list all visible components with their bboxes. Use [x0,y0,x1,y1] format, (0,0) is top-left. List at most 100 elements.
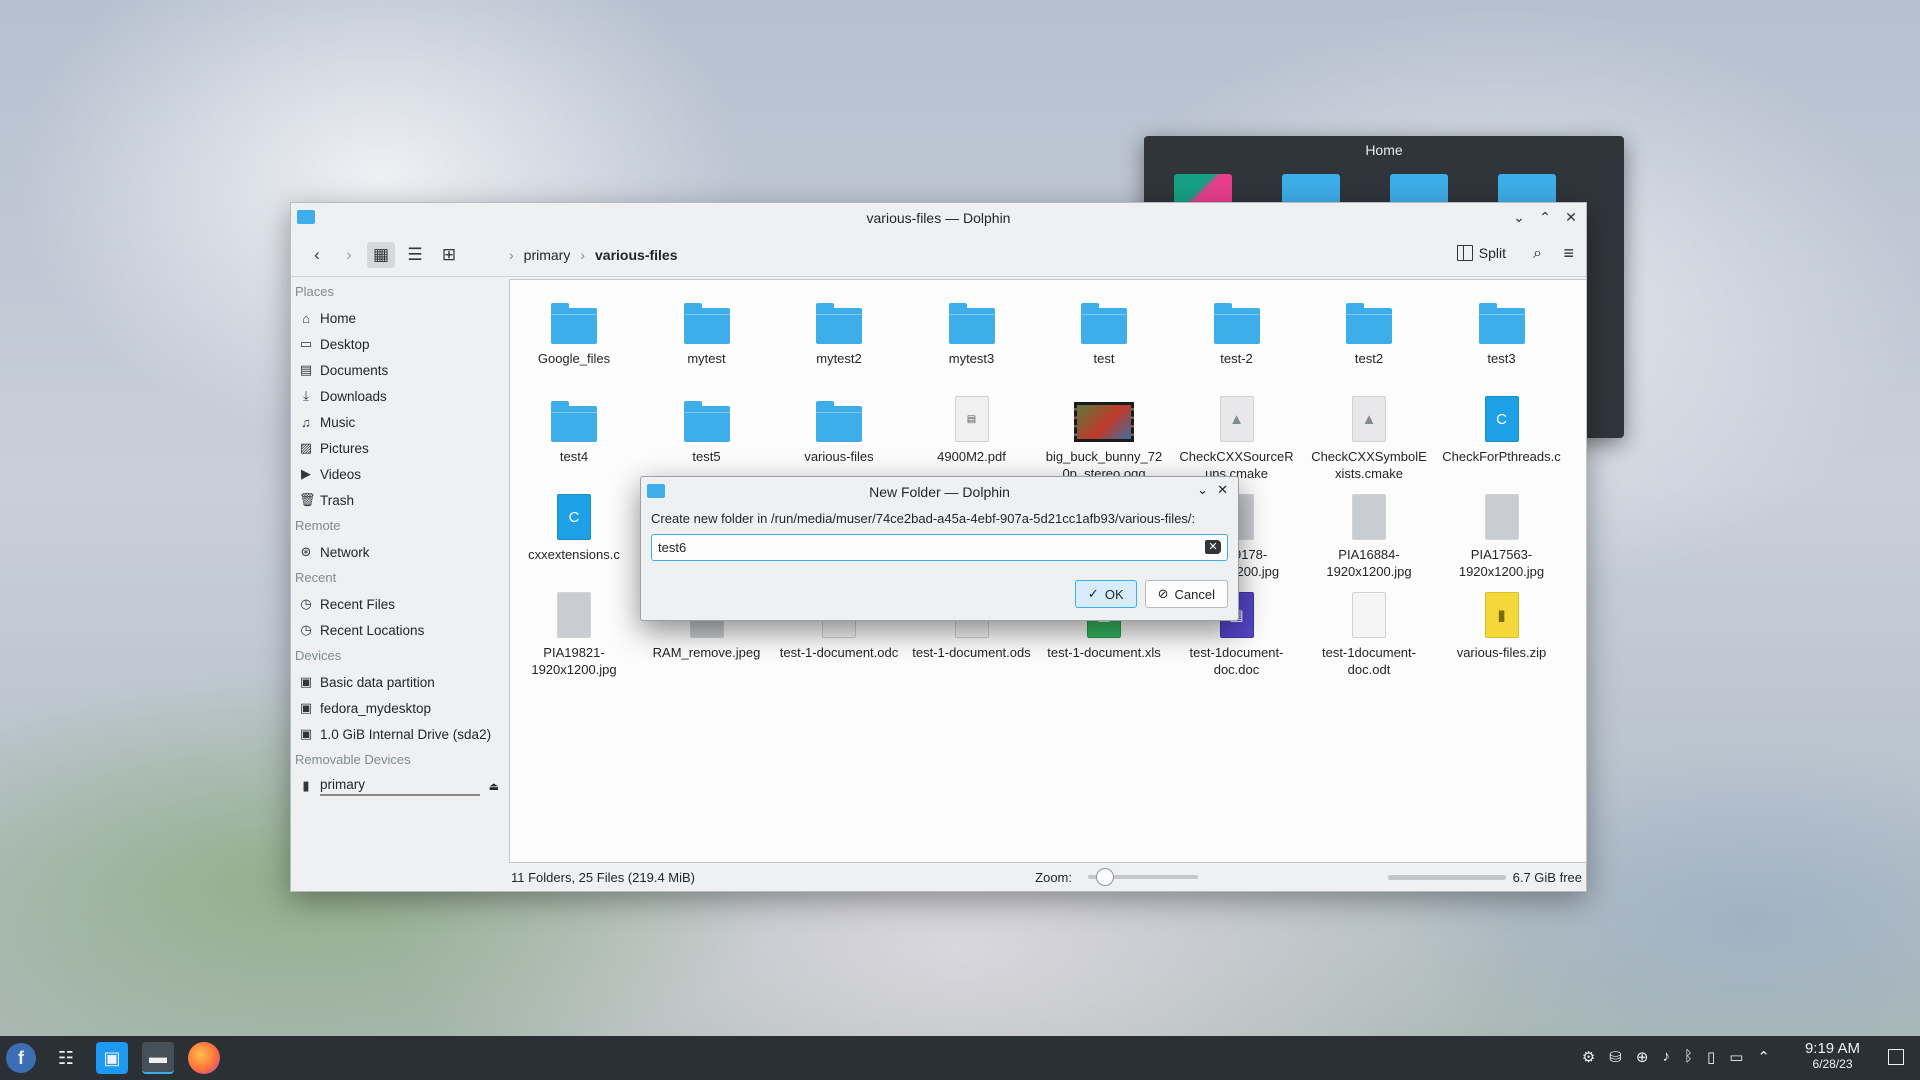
dialog-minimize-button[interactable]: ⌄ [1197,482,1208,498]
sidebar-item-home[interactable]: ⌂ Home [291,305,507,331]
zoom-slider-handle[interactable] [1096,868,1114,886]
firefox-button[interactable] [188,1042,220,1074]
system-settings-button[interactable]: ☷ [50,1042,82,1074]
file-item[interactable]: various-files [779,388,899,465]
updates-icon[interactable]: ⊕ [1636,1048,1649,1066]
file-item[interactable]: test5 [647,388,767,465]
sidebar-item-primary[interactable]: ▮ primary ⏏ [291,773,507,799]
file-item[interactable]: ▤ 4900M2.pdf [912,388,1032,465]
file-item[interactable]: big_buck_bunny_720p_stereo.ogg [1044,388,1164,482]
forward-arrow-icon: › [346,245,352,264]
ok-button[interactable]: ✓ OK [1074,580,1137,608]
clock[interactable]: 9:19 AM 6/28/23 [1805,1040,1860,1071]
chevron-right-icon: › [509,247,514,263]
folder-name-input[interactable] [652,535,1170,560]
sidebar-item-fedora-mydesktop[interactable]: ▣ fedora_mydesktop [291,695,507,721]
file-name: PIA19821-1920x1200.jpg [531,645,617,677]
folder-icon [551,401,597,442]
file-item[interactable]: mytest2 [779,290,899,367]
battery-icon[interactable]: ▯ [1707,1048,1715,1066]
sidebar-item-label: Home [320,310,357,326]
hamburger-menu-icon: ≡ [1563,243,1574,263]
folder-icon [551,303,597,344]
sidebar-item-music[interactable]: ♫ Music [291,409,507,435]
sidebar-item-label: Documents [320,362,389,378]
eject-icon[interactable]: ⏏ [489,780,499,793]
file-item[interactable]: test3 [1442,290,1562,367]
clear-text-button[interactable]: ✕ [1205,540,1221,554]
file-item[interactable]: test-2 [1177,290,1297,367]
details-view-button[interactable]: ⊞ [435,242,463,268]
forward-button[interactable]: › [335,242,363,268]
plasma-browser-icon[interactable]: ⚙ [1582,1048,1595,1066]
folder-name-field[interactable]: ✕ [651,534,1228,561]
sidebar-item-1-0-gib-internal-drive-sda2[interactable]: ▣ 1.0 GiB Internal Drive (sda2) [291,721,507,747]
show-desktop-button[interactable] [1888,1049,1904,1065]
file-name: mytest [687,351,726,366]
sidebar-item-recent-files[interactable]: ◷ Recent Files [291,591,507,617]
file-item[interactable]: test-1document-doc.odt [1309,584,1429,678]
minimize-button[interactable]: ⌄ [1510,208,1528,226]
file-item[interactable]: C CheckForPthreads.c [1442,388,1562,465]
window-titlebar[interactable]: various-files — Dolphin ⌄ ⌃ ✕ [291,203,1586,233]
file-icon-wrap: C [514,486,634,540]
sidebar-item-trash[interactable]: 🗑 Trash [291,487,507,513]
file-name: CheckCXXSymbolExists.cmake [1311,449,1427,481]
sidebar-item-label: Pictures [320,440,369,456]
drive-icon: ▣ [299,726,313,741]
sidebar-item-documents[interactable]: ▤ Documents [291,357,507,383]
file-name: PIA17563-1920x1200.jpg [1458,547,1545,579]
recent-locations-icon: ◷ [300,622,312,637]
file-item[interactable]: test2 [1309,290,1429,367]
file-item[interactable]: PIA16884-1920x1200.jpg [1309,486,1429,580]
breadcrumb-item-current[interactable]: various-files [595,247,677,263]
file-item[interactable]: test4 [514,388,634,465]
file-item[interactable]: ▲ CheckCXXSymbolExists.cmake [1309,388,1429,482]
compact-view-icon: ☰ [407,245,423,264]
bluetooth-icon[interactable]: ᛒ [1684,1048,1693,1066]
dialog-titlebar[interactable]: New Folder — Dolphin ⌄ ✕ [641,477,1238,505]
sidebar-item-label: Desktop [320,336,370,352]
zoom-slider[interactable] [1088,868,1198,886]
icons-view-button[interactable]: ▦ [367,242,395,268]
folder-icon [816,303,862,344]
file-item[interactable]: mytest [647,290,767,367]
file-item[interactable]: ▮ various-files.zip [1442,584,1562,661]
breadcrumb-item-primary[interactable]: primary [524,247,571,263]
file-item[interactable]: ▲ CheckCXXSourceRuns.cmake [1177,388,1297,482]
dolphin-task-button[interactable]: ▬ [142,1042,174,1074]
sidebar-item-network[interactable]: ⊛ Network [291,539,507,565]
file-icon-wrap [1309,290,1429,344]
maximize-button[interactable]: ⌃ [1536,208,1554,226]
compact-view-button[interactable]: ☰ [401,242,429,268]
sidebar-item-basic-data-partition[interactable]: ▣ Basic data partition [291,669,507,695]
chevron-up-icon[interactable]: ⌃ [1757,1048,1770,1066]
file-item[interactable]: Google_files [514,290,634,367]
discover-button[interactable]: ▣ [96,1042,128,1074]
file-item[interactable]: mytest3 [912,290,1032,367]
sidebar-item-pictures[interactable]: ▨ Pictures [291,435,507,461]
close-button[interactable]: ✕ [1562,208,1580,226]
cancel-button[interactable]: ⊘ Cancel [1144,580,1228,608]
file-item[interactable]: PIA19821-1920x1200.jpg [514,584,634,678]
file-item[interactable]: Ccxxextensions.c [514,486,634,563]
sidebar-item-recent-locations[interactable]: ◷ Recent Locations [291,617,507,643]
volume-icon[interactable]: ♪ [1662,1048,1670,1066]
split-button[interactable]: Split [1456,245,1506,261]
file-item[interactable]: test [1044,290,1164,367]
network-icon[interactable]: ▭ [1729,1048,1743,1066]
app-launcher-button[interactable]: f [6,1043,36,1073]
file-item[interactable]: PIA17563-1920x1200.jpg [1442,486,1562,580]
sidebar-item-downloads[interactable]: ⤓ Downloads [291,383,507,409]
file-icon-wrap [912,290,1032,344]
sidebar-item-desktop[interactable]: ▭ Desktop [291,331,507,357]
sidebar-item-videos[interactable]: ▶ Videos [291,461,507,487]
drive-icon[interactable]: ⛁ [1609,1048,1622,1066]
sidebar-item-label: Recent Files [320,596,396,612]
file-name: test-1-document.odc [779,645,899,660]
back-button[interactable]: ‹ [303,242,331,268]
hamburger-menu-button[interactable]: ≡ [1563,243,1574,264]
search-button[interactable]: ⌕ [1533,245,1542,263]
dialog-close-button[interactable]: ✕ [1217,482,1228,498]
file-name: test4 [559,449,589,464]
